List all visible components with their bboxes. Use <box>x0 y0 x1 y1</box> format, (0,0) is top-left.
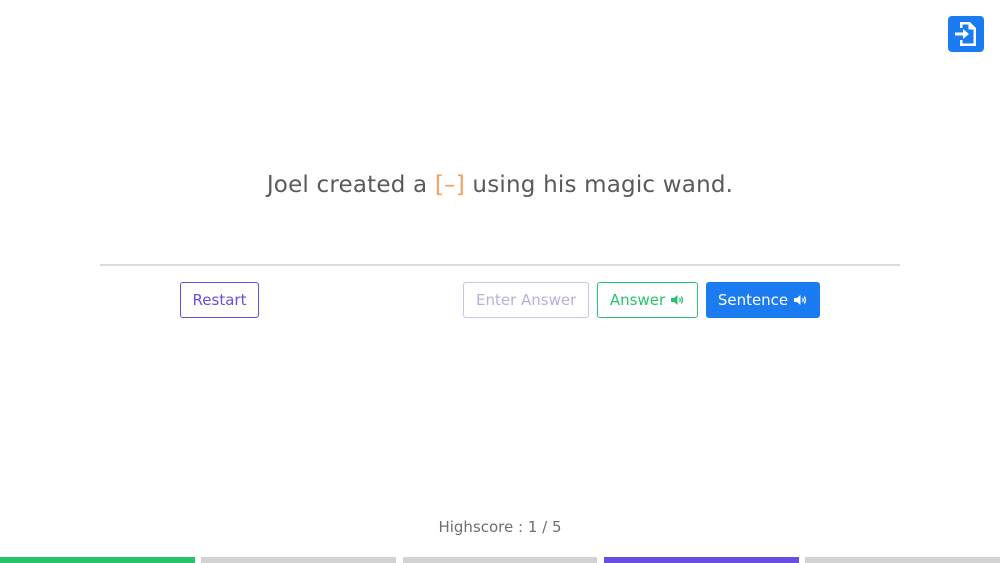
sentence-blank: [–] <box>434 172 465 198</box>
progress-segment-2 <box>201 557 396 563</box>
speaker-icon <box>794 295 807 305</box>
sentence-after: using his magic wand. <box>464 172 734 198</box>
exit-icon <box>955 22 976 46</box>
exit-button[interactable] <box>948 16 984 52</box>
restart-label: Restart <box>192 291 247 309</box>
quiz-stage: Joel created a [–] using his magic wand.… <box>0 0 1000 563</box>
progress-segment-4 <box>604 557 799 563</box>
restart-button[interactable]: Restart <box>180 282 259 318</box>
highscore-text: Highscore : 1 / 5 <box>438 518 562 536</box>
answer-audio-button[interactable]: Answer <box>597 282 698 318</box>
answer-label: Answer <box>609 291 666 309</box>
sentence-audio-button[interactable]: Sentence <box>706 282 820 318</box>
sentence-text: Joel created a [–] using his magic wand. <box>0 172 1000 198</box>
divider <box>100 264 900 266</box>
sentence-label: Sentence <box>717 291 789 309</box>
progress-segment-5 <box>805 557 1000 563</box>
progress-segment-3 <box>403 557 597 563</box>
answer-input[interactable] <box>463 282 589 318</box>
speaker-icon <box>671 295 684 305</box>
progress-segment-1 <box>0 557 195 563</box>
sentence-before: Joel created a <box>266 172 435 198</box>
